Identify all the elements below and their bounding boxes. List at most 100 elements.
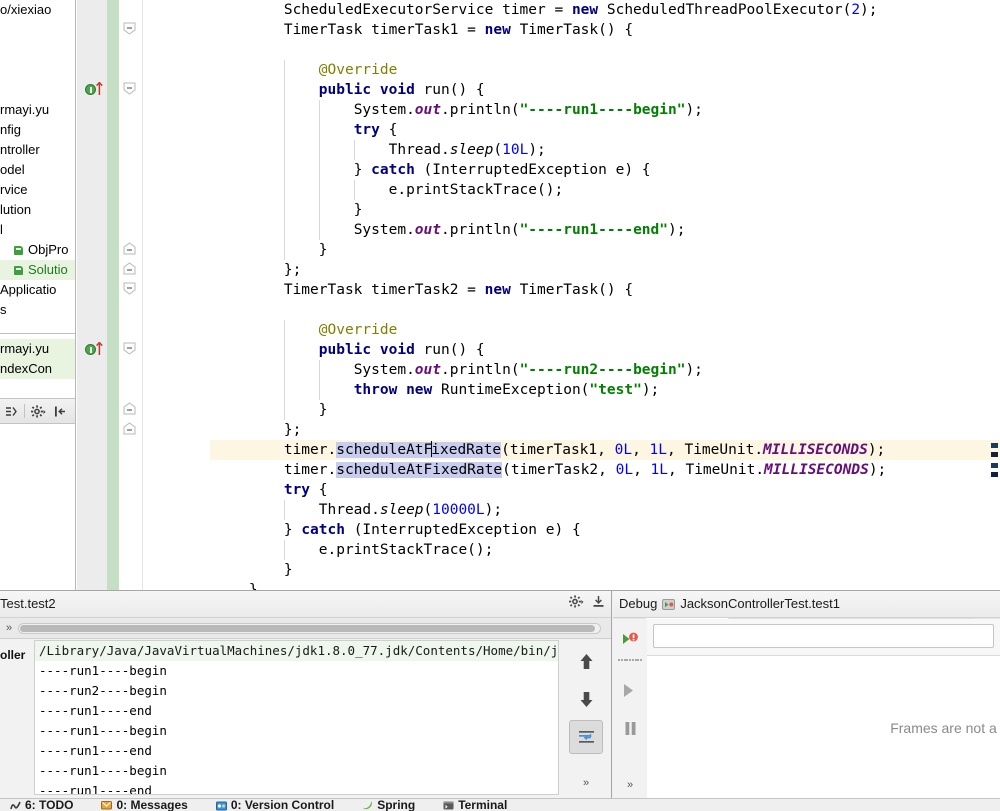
project-tree-item[interactable]: l: [0, 220, 75, 240]
error-stripe-marker[interactable]: [991, 443, 998, 448]
code-line[interactable]: } catch (InterruptedException e) {: [210, 160, 1000, 180]
project-tree-item[interactable]: ntroller: [0, 140, 75, 160]
code-line[interactable]: };: [210, 260, 1000, 280]
pause-program-icon[interactable]: [615, 711, 645, 745]
resume-program-icon[interactable]: [615, 673, 645, 707]
code-line-text: @Override: [214, 62, 398, 78]
error-stripe-marker[interactable]: [991, 463, 998, 468]
code-line[interactable]: TimerTask timerTask2 = new TimerTask() {: [210, 280, 1000, 300]
project-tree-lower-section[interactable]: rmayi.yu ndexCon: [0, 333, 75, 395]
code-line-text: timer.scheduleAtFixedRate(timerTask2, 0L…: [214, 462, 886, 478]
project-tree-item[interactable]: odel: [0, 160, 75, 180]
code-line[interactable]: @Override: [210, 320, 1000, 340]
code-line[interactable]: timer.scheduleAtFixedRate(timerTask1, 0L…: [210, 440, 1000, 460]
fold-marker-icon[interactable]: [122, 402, 137, 415]
test-tree-stub[interactable]: oller: [0, 640, 34, 795]
code-line[interactable]: try {: [210, 120, 1000, 140]
code-line[interactable]: }: [210, 560, 1000, 580]
code-line[interactable]: @Override: [210, 60, 1000, 80]
project-tree-item[interactable]: o/xiexiao: [0, 0, 75, 20]
code-line[interactable]: throw new RuntimeException("test");: [210, 380, 1000, 400]
code-folding-strip[interactable]: [119, 0, 143, 590]
status-bar-item[interactable]: 0: Messages: [101, 799, 188, 811]
code-line[interactable]: System.out.println("----run2----begin");: [210, 360, 1000, 380]
project-panel-toolbar: [0, 398, 75, 424]
project-tree-item[interactable]: ndexCon: [0, 359, 75, 379]
error-stripe-marker[interactable]: [991, 472, 998, 477]
fold-marker-icon[interactable]: [122, 22, 137, 35]
console-output[interactable]: /Library/Java/JavaVirtualMachines/jdk1.8…: [34, 640, 559, 795]
code-line[interactable]: };: [210, 420, 1000, 440]
fold-marker-icon[interactable]: [122, 342, 137, 355]
code-line[interactable]: public void run() {: [210, 80, 1000, 100]
export-icon[interactable]: [592, 591, 605, 617]
code-line[interactable]: }: [210, 200, 1000, 220]
code-line[interactable]: timer.scheduleAtFixedRate(timerTask2, 0L…: [210, 460, 1000, 480]
soft-wrap-icon[interactable]: [569, 720, 603, 754]
code-line[interactable]: public void run() {: [210, 340, 1000, 360]
code-line-text: }: [214, 202, 363, 218]
code-line[interactable]: [210, 40, 1000, 60]
code-line[interactable]: }: [210, 400, 1000, 420]
editor-gutter[interactable]: [77, 0, 210, 590]
code-line[interactable]: } catch (InterruptedException e) {: [210, 520, 1000, 540]
code-line[interactable]: System.out.println("----run1----end");: [210, 220, 1000, 240]
code-line[interactable]: TimerTask timerTask1 = new TimerTask() {: [210, 20, 1000, 40]
code-line[interactable]: Thread.sleep(10L);: [210, 140, 1000, 160]
code-line[interactable]: e.printStackTrace();: [210, 540, 1000, 560]
fold-marker-icon[interactable]: [122, 242, 137, 255]
error-stripe-marker[interactable]: [991, 452, 998, 457]
project-tree-item[interactable]: nfig: [0, 120, 75, 140]
project-tree-item[interactable]: lution: [0, 200, 75, 220]
fold-marker-icon[interactable]: [122, 282, 137, 295]
editor-marker-strip[interactable]: [988, 0, 1000, 590]
fold-marker-icon[interactable]: [122, 262, 137, 275]
code-line[interactable]: System.out.println("----run1----begin");: [210, 100, 1000, 120]
gear-icon[interactable]: [569, 591, 584, 617]
implementing-method-marker[interactable]: [85, 342, 105, 356]
chevron-double-right-icon[interactable]: »: [583, 777, 589, 789]
status-bar-item[interactable]: Spring: [362, 799, 415, 811]
project-tree-item[interactable]: s: [0, 300, 75, 320]
selected-text[interactable]: scheduleAtFixedRate: [336, 441, 502, 458]
chevron-double-right-icon[interactable]: »: [627, 779, 633, 791]
project-tree-item[interactable]: Solutio: [0, 260, 75, 280]
mute-breakpoints-icon[interactable]: [615, 623, 645, 657]
project-tree-item[interactable]: rmayi.yu: [0, 100, 75, 120]
hide-panel-icon[interactable]: [49, 399, 71, 423]
selected-text[interactable]: scheduleAtFixedRate: [336, 462, 503, 478]
status-bar-item[interactable]: 6: TODO: [10, 799, 73, 811]
debug-frames-pane: Frames are not a: [647, 619, 1000, 799]
code-line[interactable]: e.printStackTrace();: [210, 180, 1000, 200]
code-line[interactable]: try {: [210, 480, 1000, 500]
horizontal-scrollbar[interactable]: [18, 622, 601, 634]
project-tree-item-label: s: [0, 302, 7, 317]
fold-marker-icon[interactable]: [122, 422, 137, 435]
frames-filter-input[interactable]: [653, 624, 994, 648]
code-line[interactable]: Thread.sleep(10000L);: [210, 500, 1000, 520]
gear-icon[interactable]: [27, 399, 49, 423]
arrow-down-icon[interactable]: [569, 682, 603, 716]
code-line[interactable]: [210, 300, 1000, 320]
toolbar-drag-handle[interactable]: [618, 659, 642, 665]
status-bar-item[interactable]: Terminal: [443, 799, 507, 811]
indent-guide: [283, 80, 285, 100]
code-editor[interactable]: ScheduledExecutorService timer = new Sch…: [210, 0, 1000, 590]
status-bar-item[interactable]: 0: Version Control: [215, 799, 334, 811]
code-line[interactable]: }: [210, 240, 1000, 260]
collapse-all-icon[interactable]: [0, 399, 22, 423]
fold-marker-icon[interactable]: [122, 82, 137, 95]
code-token: MILLISECONDS: [764, 462, 869, 478]
implementing-method-marker[interactable]: [85, 82, 105, 96]
project-tree-item[interactable]: rmayi.yu: [0, 339, 75, 359]
project-tree-item[interactable]: Applicatio: [0, 280, 75, 300]
scrollbar-thumb[interactable]: [20, 624, 596, 632]
code-line[interactable]: }: [210, 580, 1000, 590]
code-line[interactable]: ScheduledExecutorService timer = new Sch…: [210, 0, 1000, 20]
project-tree-item[interactable]: ObjPro: [0, 240, 75, 260]
project-tree-item-label: odel: [0, 162, 25, 177]
project-tree-item[interactable]: rvice: [0, 180, 75, 200]
chevron-double-right-icon[interactable]: »: [0, 622, 18, 634]
arrow-up-icon[interactable]: [569, 644, 603, 678]
